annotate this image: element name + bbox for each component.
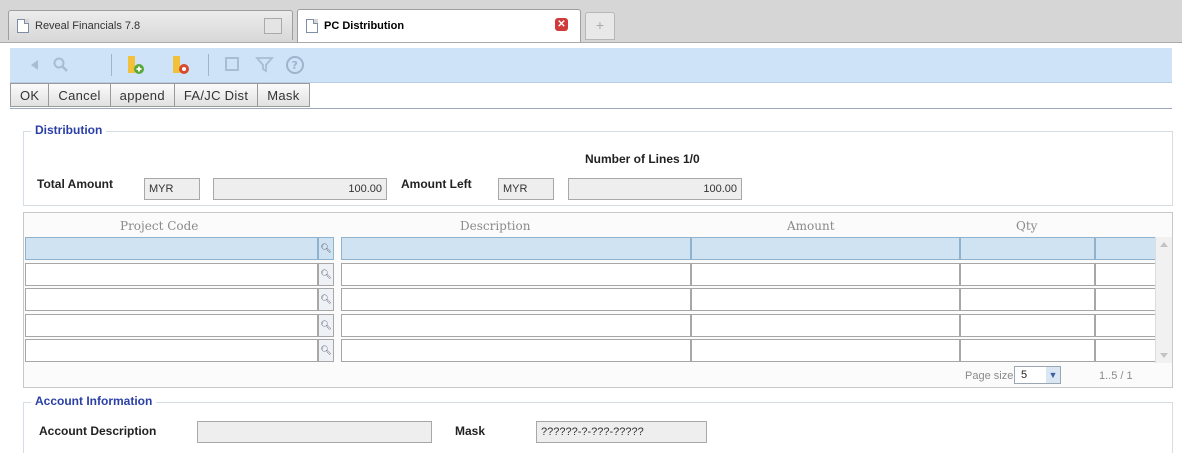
help-icon[interactable]: ? bbox=[284, 54, 306, 76]
amount-cell[interactable] bbox=[691, 288, 960, 311]
project-code-cell[interactable] bbox=[25, 262, 318, 286]
svg-text:?: ? bbox=[292, 59, 298, 72]
toolbar-separator bbox=[208, 54, 209, 76]
lookup-icon[interactable]: 🔍︎ bbox=[318, 313, 334, 337]
project-code-cell[interactable] bbox=[25, 313, 318, 337]
scroll-down-arrow[interactable] bbox=[1160, 353, 1168, 358]
search-icon[interactable] bbox=[50, 54, 72, 76]
extra-cell[interactable] bbox=[1095, 288, 1157, 311]
scroll-up-arrow[interactable] bbox=[1160, 242, 1168, 247]
mask-button[interactable]: Mask bbox=[257, 83, 310, 107]
account-information-legend: Account Information bbox=[31, 394, 157, 408]
distribution-grid: Project Code Description Amount Qty 🔍︎ 🔍︎… bbox=[23, 212, 1173, 388]
left-currency-field[interactable]: MYR bbox=[498, 178, 554, 200]
amount-cell[interactable] bbox=[691, 339, 960, 362]
lookup-icon[interactable]: 🔍︎ bbox=[318, 288, 334, 311]
action-button-bar: OK Cancel append FA/JC Dist Mask bbox=[10, 83, 310, 108]
page-icon bbox=[306, 19, 318, 33]
cancel-button[interactable]: Cancel bbox=[48, 83, 110, 107]
mask-field[interactable]: ??????-?-???-????? bbox=[536, 421, 707, 443]
tab-pc-distribution[interactable]: PC Distribution ✕ bbox=[297, 9, 581, 42]
project-code-cell[interactable] bbox=[25, 339, 318, 362]
first-icon[interactable] bbox=[24, 54, 46, 76]
project-code-cell[interactable] bbox=[25, 288, 318, 311]
column-header-amount[interactable]: Amount bbox=[787, 219, 835, 233]
total-currency-field[interactable]: MYR bbox=[144, 178, 200, 200]
column-header-project-code[interactable]: Project Code bbox=[120, 219, 198, 233]
amount-cell[interactable] bbox=[691, 262, 960, 286]
page-size-label: Page size: bbox=[965, 370, 1017, 382]
divider bbox=[10, 108, 1172, 109]
qty-cell[interactable] bbox=[960, 262, 1095, 286]
column-header-qty[interactable]: Qty bbox=[1016, 219, 1037, 233]
account-description-label: Account Description bbox=[39, 424, 157, 438]
lookup-icon[interactable]: 🔍︎ bbox=[318, 262, 334, 286]
page-size-select[interactable]: 5 ▼ bbox=[1014, 366, 1061, 384]
copy-icon[interactable] bbox=[222, 54, 244, 76]
lookup-icon[interactable]: 🔍︎ bbox=[318, 237, 334, 260]
page-icon bbox=[17, 18, 29, 33]
tab-thumbnail-icon bbox=[264, 18, 282, 34]
grid-vertical-scrollbar[interactable] bbox=[1155, 237, 1172, 363]
description-cell[interactable] bbox=[341, 237, 691, 260]
tab-label: Reveal Financials 7.8 bbox=[35, 19, 141, 32]
fa-jc-dist-button[interactable]: FA/JC Dist bbox=[173, 83, 258, 107]
qty-cell[interactable] bbox=[960, 339, 1095, 362]
extra-cell[interactable] bbox=[1095, 313, 1157, 337]
tab-label: PC Distribution bbox=[324, 20, 405, 32]
filter-icon[interactable] bbox=[254, 54, 276, 76]
delete-line-icon[interactable] bbox=[170, 54, 192, 76]
number-of-lines: Number of Lines 1/0 bbox=[585, 152, 700, 166]
amount-left-field[interactable]: 100.00 bbox=[568, 178, 742, 200]
chevron-down-icon: ▼ bbox=[1046, 367, 1060, 383]
qty-cell[interactable] bbox=[960, 313, 1095, 337]
amount-cell[interactable] bbox=[691, 313, 960, 337]
qty-cell[interactable] bbox=[960, 237, 1095, 260]
toolbar: ? bbox=[10, 48, 1172, 83]
close-tab-icon[interactable]: ✕ bbox=[555, 18, 568, 31]
page-info: 1..5 / 1 bbox=[1099, 370, 1133, 382]
ok-button[interactable]: OK bbox=[10, 83, 49, 107]
description-cell[interactable] bbox=[341, 262, 691, 286]
total-amount-field[interactable]: 100.00 bbox=[213, 178, 387, 200]
extra-cell[interactable] bbox=[1095, 237, 1157, 260]
total-amount-label: Total Amount bbox=[37, 177, 113, 191]
browser-tab-strip: Reveal Financials 7.8 PC Distribution ✕ … bbox=[0, 0, 1182, 43]
mask-label: Mask bbox=[455, 424, 486, 438]
new-tab-button[interactable]: + bbox=[585, 12, 615, 40]
add-line-icon[interactable] bbox=[125, 54, 147, 76]
lookup-icon[interactable]: 🔍︎ bbox=[318, 339, 334, 362]
extra-cell[interactable] bbox=[1095, 339, 1157, 362]
page-size-value: 5 bbox=[1021, 369, 1028, 381]
project-code-cell[interactable] bbox=[25, 237, 318, 260]
amount-cell[interactable] bbox=[691, 237, 960, 260]
amount-left-label: Amount Left bbox=[401, 177, 472, 191]
account-description-field[interactable] bbox=[197, 421, 432, 443]
extra-cell[interactable] bbox=[1095, 262, 1157, 286]
distribution-legend: Distribution bbox=[31, 123, 107, 137]
toolbar-separator bbox=[111, 54, 112, 76]
description-cell[interactable] bbox=[341, 288, 691, 311]
qty-cell[interactable] bbox=[960, 288, 1095, 311]
description-cell[interactable] bbox=[341, 339, 691, 362]
column-header-description[interactable]: Description bbox=[460, 219, 530, 233]
tab-reveal-financials[interactable]: Reveal Financials 7.8 bbox=[8, 10, 293, 40]
description-cell[interactable] bbox=[341, 313, 691, 337]
append-button[interactable]: append bbox=[109, 83, 174, 107]
